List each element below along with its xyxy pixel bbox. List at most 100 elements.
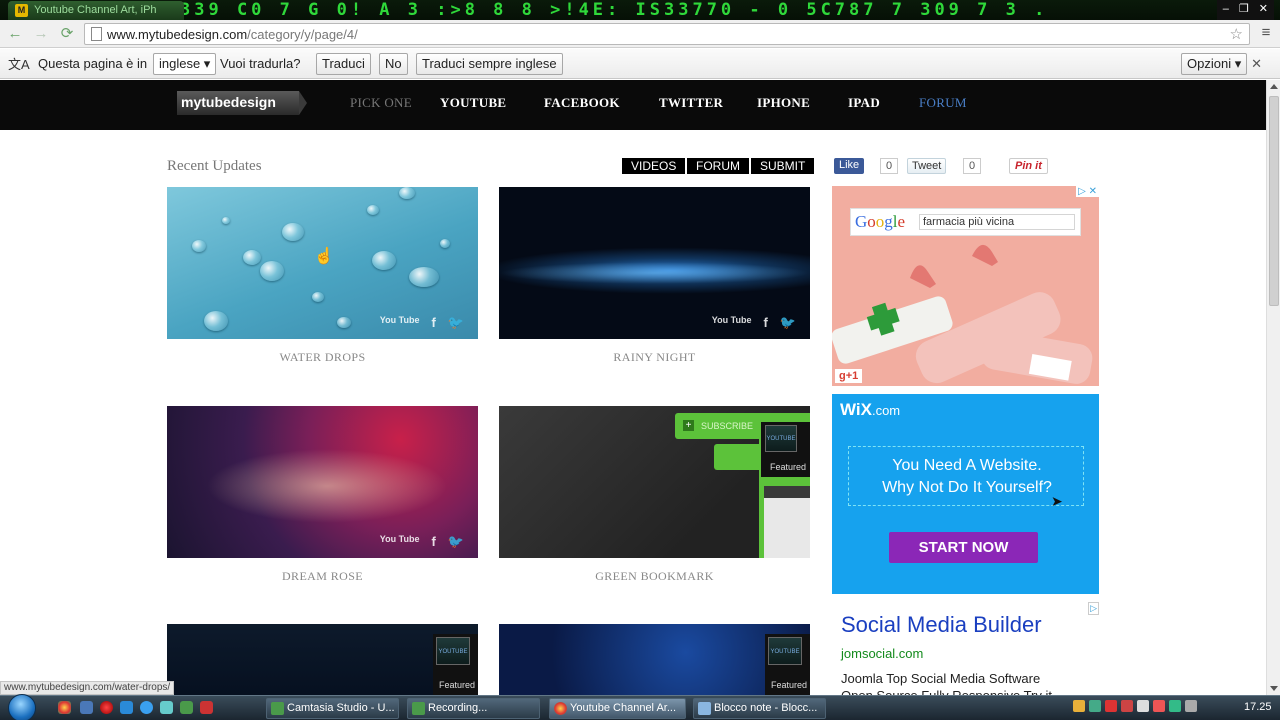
nav-ipad[interactable]: IPAD — [848, 95, 880, 111]
maximize-button[interactable]: ❐ — [1239, 0, 1249, 20]
water-drop — [243, 250, 261, 265]
facebook-like-button[interactable]: Like — [834, 158, 865, 174]
tile-green-bookmark[interactable]: + SUBSCRIBE YOUTUBE Featured — [499, 406, 810, 558]
ad-url[interactable]: jomsocial.com — [841, 646, 923, 661]
facebook-icon[interactable]: f — [431, 534, 435, 550]
taskbar-clock[interactable]: 17.25 — [1244, 701, 1272, 713]
youtube-icon[interactable]: You Tube — [380, 534, 420, 550]
bookmark-star-icon[interactable]: ☆ — [1230, 25, 1243, 43]
nav-twitter[interactable]: TWITTER — [659, 95, 723, 111]
translate-button[interactable]: Traduci — [316, 53, 371, 75]
youtube-icon[interactable]: You Tube — [380, 315, 420, 331]
submit-pill[interactable]: SUBMIT — [751, 158, 815, 174]
pin-it-button[interactable]: Pin it — [1009, 158, 1048, 174]
ie-quicklaunch-icon[interactable] — [140, 701, 153, 714]
task-label: Recording... — [428, 702, 488, 714]
tile-dream-rose[interactable]: You Tube f 🐦 — [167, 406, 478, 558]
close-infobar-icon[interactable]: ✕ — [1251, 56, 1262, 72]
task-chrome[interactable]: Youtube Channel Ar... — [549, 698, 686, 719]
google-ad[interactable]: ▷ ✕ Google farmacia più vicina g+1 — [832, 186, 1099, 386]
app-quicklaunch-icon[interactable] — [160, 701, 173, 714]
site-logo[interactable]: mytubedesign — [177, 91, 307, 115]
twitter-bird-icon[interactable]: 🐦 — [448, 534, 464, 550]
twitter-bird-icon[interactable]: 🐦 — [448, 315, 464, 331]
facebook-icon[interactable]: f — [763, 315, 767, 331]
camtasia-icon — [271, 702, 284, 715]
tile-water-drops[interactable]: ☝ You Tube f 🐦 — [167, 187, 478, 339]
wix-logo-suffix: .com — [871, 403, 901, 418]
scroll-up-icon[interactable] — [1270, 84, 1278, 89]
tile-caption-rainy-night[interactable]: RAINY NIGHT — [499, 350, 810, 365]
water-drop — [260, 261, 284, 281]
tile-caption-water-drops[interactable]: WATER DROPS — [167, 350, 478, 365]
minimize-button[interactable]: – — [1223, 0, 1229, 20]
scroll-down-icon[interactable] — [1270, 686, 1278, 691]
preview-bar — [764, 486, 810, 498]
chrome-menu-icon[interactable]: ≡ — [1258, 25, 1274, 41]
start-now-button[interactable]: START NOW — [889, 532, 1038, 563]
url-text[interactable]: www.mytubedesign.com/category/y/page/4/ — [107, 27, 358, 42]
tray-alert-icon[interactable] — [1105, 700, 1117, 712]
no-button[interactable]: No — [379, 53, 408, 75]
featured-label: Featured — [771, 680, 808, 690]
water-drop — [409, 267, 439, 287]
nav-youtube[interactable]: YOUTUBE — [440, 95, 506, 111]
twitter-bird-icon[interactable]: 🐦 — [780, 315, 796, 331]
tray-volume-icon[interactable] — [1185, 700, 1197, 712]
water-drop — [222, 217, 230, 224]
task-notepad[interactable]: Blocco note - Blocc... — [693, 698, 826, 719]
browser-tab[interactable]: M Youtube Channel Art, iPh — [8, 1, 184, 20]
close-window-button[interactable]: ✕ — [1259, 0, 1268, 20]
scroll-thumb[interactable] — [1269, 96, 1279, 306]
reload-icon[interactable]: ⟳ — [58, 25, 76, 43]
recorder-quicklaunch-icon[interactable] — [200, 701, 213, 714]
ad-choices-icon[interactable]: ▷ — [1088, 602, 1099, 615]
page-scrollbar[interactable] — [1266, 80, 1280, 695]
forward-arrow-icon[interactable]: → — [32, 25, 50, 43]
camtasia-quicklaunch-icon[interactable] — [180, 701, 193, 714]
language-select[interactable]: inglese ▾ — [153, 53, 217, 75]
youtube-icon[interactable]: You Tube — [712, 315, 752, 331]
nav-facebook[interactable]: FACEBOOK — [544, 95, 620, 111]
back-arrow-icon[interactable]: ← — [6, 25, 24, 43]
facebook-icon[interactable]: f — [431, 315, 435, 331]
tab-title: Youtube Channel Art, iPh — [34, 4, 157, 16]
tile-blue-bokeh[interactable]: YOUTUBE Featured — [499, 624, 810, 695]
task-camtasia[interactable]: Camtasia Studio - U... — [266, 698, 399, 719]
nav-forum[interactable]: FORUM — [919, 95, 967, 111]
tweet-button[interactable]: Tweet — [907, 158, 947, 174]
tile-caption-dream-rose[interactable]: DREAM ROSE — [167, 569, 478, 584]
social-media-builder-ad[interactable]: ▷ Social Media Builder jomsocial.com Joo… — [832, 600, 1099, 695]
nav-iphone[interactable]: IPHONE — [757, 95, 810, 111]
tray-network-icon[interactable] — [1137, 700, 1149, 712]
videos-pill[interactable]: VIDEOS — [622, 158, 686, 174]
site-navbar: mytubedesign PICK ONE YOUTUBE FACEBOOK T… — [0, 80, 1266, 130]
google-plus-one-button[interactable]: g+1 — [835, 369, 863, 383]
tray-folder-icon[interactable] — [1073, 700, 1085, 712]
media-quicklaunch-icon[interactable] — [100, 701, 113, 714]
tray-sync-icon[interactable] — [1169, 700, 1181, 712]
always-translate-button[interactable]: Traduci sempre inglese — [416, 53, 563, 75]
tile-rainy-night[interactable]: You Tube f 🐦 — [499, 187, 810, 339]
tile-starfield[interactable]: YOUTUBE Featured — [167, 624, 478, 695]
options-button[interactable]: Opzioni ▾ — [1181, 53, 1248, 75]
address-bar[interactable]: www.mytubedesign.com/category/y/page/4/ … — [84, 23, 1250, 45]
system-tray — [1073, 700, 1233, 716]
ad-title-link[interactable]: Social Media Builder — [841, 612, 1042, 638]
glow-band — [499, 262, 810, 284]
chrome-quicklaunch-icon[interactable] — [58, 701, 71, 714]
tray-opera-icon[interactable] — [1153, 700, 1165, 712]
task-recording[interactable]: Recording... — [407, 698, 540, 719]
tile-caption-green-bookmark[interactable]: GREEN BOOKMARK — [499, 569, 810, 584]
network-quicklaunch-icon[interactable] — [120, 701, 133, 714]
desktop-matrix-text: 339 C0 7 G 0! A 3 :>8 8 8 >!4E: IS33770 … — [180, 0, 1049, 20]
tray-security-icon[interactable] — [1121, 700, 1133, 712]
plus-icon: + — [683, 420, 694, 431]
forum-pill[interactable]: FORUM — [687, 158, 749, 174]
facebook-like-label: Like — [839, 159, 860, 171]
wix-ad[interactable]: WiX.com You Need A Website. Why Not Do I… — [832, 394, 1099, 594]
explorer-quicklaunch-icon[interactable] — [80, 701, 93, 714]
start-button[interactable] — [8, 694, 36, 720]
ad-description: Joomla Top Social Media Software Open So… — [841, 670, 1052, 695]
tray-app-icon[interactable] — [1089, 700, 1101, 712]
